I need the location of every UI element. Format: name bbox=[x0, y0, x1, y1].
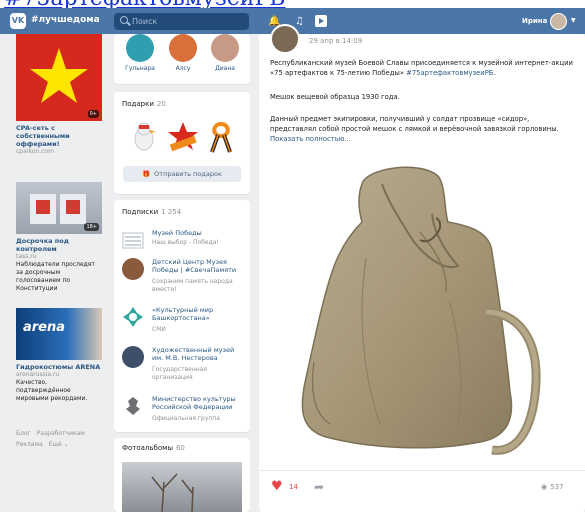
subscription-name[interactable]: Детский Центр Музея Победы | #СвечаПамят… bbox=[152, 258, 247, 274]
gifts-count: 20 bbox=[156, 100, 166, 108]
subscription-desc: СМИ bbox=[152, 326, 166, 333]
subscriptions-count: 1 254 bbox=[161, 208, 182, 216]
send-gift-button[interactable]: 🎁 Отправить подарок bbox=[123, 166, 241, 182]
share-icon[interactable]: ➦ bbox=[314, 480, 324, 494]
candle-icon[interactable] bbox=[122, 258, 144, 280]
friend-name[interactable]: Алсу bbox=[163, 65, 203, 72]
views-number: 537 bbox=[550, 483, 564, 491]
ad-description: Наблюдатели проследят за досрочным голос… bbox=[16, 261, 95, 292]
subscriptions-title-text: Подписки bbox=[122, 208, 159, 216]
music-icon[interactable]: ♫ bbox=[294, 16, 305, 27]
friend-item[interactable]: Диана bbox=[205, 34, 245, 72]
friend-item[interactable]: Алсу bbox=[163, 34, 203, 72]
send-gift-label: Отправить подарок bbox=[154, 170, 222, 178]
ad-cpa[interactable]: 0+ CPA-сеть с собственными офферами! cpa… bbox=[16, 34, 102, 156]
friend-name[interactable]: Диана bbox=[205, 65, 245, 72]
play-icon[interactable] bbox=[315, 15, 327, 27]
gift-victory-icon[interactable] bbox=[166, 120, 200, 154]
ornament-icon[interactable] bbox=[122, 306, 144, 328]
subscription-name[interactable]: «Культурный мир Башкортостана» bbox=[152, 306, 247, 322]
friend-name[interactable]: Гульнара bbox=[120, 65, 160, 72]
subscriptions-title[interactable]: Подписки 1 254 bbox=[122, 208, 181, 216]
search-icon bbox=[120, 16, 128, 24]
avatar[interactable] bbox=[550, 13, 567, 30]
footer-link[interactable]: Ещё bbox=[49, 441, 62, 448]
post-paragraph: Республиканский музей Боевой Славы присо… bbox=[270, 58, 576, 78]
avatar[interactable] bbox=[270, 24, 300, 54]
top-cropped-link[interactable]: #75артефактовмузеиРБ bbox=[0, 0, 585, 8]
post-paragraph: Мешок вещевой образца 1930 года. bbox=[270, 93, 400, 101]
gifts-title-text: Подарки bbox=[122, 100, 154, 108]
post-actions: ♥ 14 ➦ ◉ 537 bbox=[259, 470, 585, 512]
albums-title-text: Фотоальбомы bbox=[122, 444, 173, 452]
ad-tass[interactable]: 18+ Досрочка под контролем tass.ru Наблю… bbox=[16, 182, 102, 293]
post-card: 29 апр в 14:09 Республиканский музей Бое… bbox=[259, 24, 585, 512]
ad-domain: tass.ru bbox=[16, 253, 37, 260]
age-badge: 18+ bbox=[84, 223, 99, 231]
coat-of-arms-icon[interactable] bbox=[122, 395, 144, 417]
gift-bird-icon[interactable] bbox=[131, 120, 157, 154]
footer-links: Блог Разработчикам Реклама Ещё ⌄ bbox=[16, 428, 106, 450]
gift-box-icon: 🎁 bbox=[142, 170, 151, 178]
heart-icon[interactable]: ♥ bbox=[271, 480, 283, 493]
friend-item[interactable]: Гульнара bbox=[120, 34, 160, 72]
duffel-bag-image bbox=[301, 166, 541, 455]
ad-image[interactable]: 18+ bbox=[16, 182, 102, 234]
search-input[interactable]: Поиск bbox=[114, 13, 249, 30]
tree-image bbox=[151, 473, 194, 512]
subscription-desc: Официальная группа bbox=[152, 415, 220, 422]
ad-arena[interactable]: arena Гидрокостюмы ARENA arenarussia.ru … bbox=[16, 308, 102, 403]
subscription-desc: Государственная организация bbox=[152, 366, 207, 381]
age-badge: 0+ bbox=[87, 110, 99, 118]
ad-image[interactable]: 0+ bbox=[16, 34, 102, 121]
footer-link[interactable]: Блог bbox=[16, 430, 31, 437]
ad-description: Качество, подтверждённое мировыми рекорд… bbox=[16, 379, 88, 402]
ad-title[interactable]: CPA-сеть с собственными офферами! bbox=[16, 124, 102, 148]
arena-logo: arena bbox=[23, 320, 66, 335]
avatar[interactable] bbox=[211, 34, 239, 62]
ad-image[interactable]: arena bbox=[16, 308, 102, 360]
search-placeholder: Поиск bbox=[132, 17, 158, 26]
brand-hashtag[interactable]: #лучшедома bbox=[31, 15, 100, 25]
gifts-title[interactable]: Подарки 20 bbox=[122, 100, 166, 108]
subscription-desc: Сохраним память народа вместе! bbox=[152, 278, 233, 293]
friends-card: Гульнара Алсу Диана bbox=[114, 34, 250, 84]
user-name[interactable]: Ирина bbox=[522, 17, 547, 25]
star-image bbox=[30, 48, 88, 103]
album-thumbnail[interactable] bbox=[122, 462, 242, 512]
post-date[interactable]: 29 апр в 14:09 bbox=[309, 37, 362, 45]
hashtag-link[interactable]: #75артефактовмузеиРБ bbox=[0, 0, 285, 8]
ad-title[interactable]: Гидрокостюмы ARENA bbox=[16, 363, 102, 371]
chevron-down-icon[interactable]: ⌄ bbox=[64, 441, 69, 448]
ad-domain: arenarussia.ru bbox=[16, 371, 60, 378]
museum-icon[interactable] bbox=[122, 229, 144, 251]
like-count[interactable]: 14 bbox=[289, 483, 298, 491]
albums-card: Фотоальбомы 60 bbox=[114, 438, 250, 512]
subscription-name[interactable]: Министерство культуры Российской Федерац… bbox=[152, 395, 247, 411]
footer-link[interactable]: Реклама bbox=[16, 441, 43, 448]
show-more-link[interactable]: Показать полностью... bbox=[270, 134, 576, 144]
avatar[interactable] bbox=[126, 34, 154, 62]
gift-ribbon-icon[interactable] bbox=[208, 120, 234, 154]
post-hashtag[interactable]: #75артефактовмузеиРБ. bbox=[406, 69, 495, 77]
albums-title[interactable]: Фотоальбомы 60 bbox=[122, 444, 185, 452]
avatar[interactable] bbox=[169, 34, 197, 62]
post-paragraph: Данный предмет экипировки, получивший у … bbox=[270, 115, 559, 133]
albums-count: 60 bbox=[175, 444, 185, 452]
subscription-desc: Наш выбор - Победа! bbox=[152, 239, 219, 246]
chevron-down-icon[interactable]: ▼ bbox=[571, 17, 576, 24]
subscription-name[interactable]: Музей Победы bbox=[152, 229, 247, 237]
eye-icon: ◉ bbox=[541, 483, 548, 491]
ad-title[interactable]: Досрочка под контролем bbox=[16, 237, 102, 253]
vk-logo-icon[interactable]: VK bbox=[10, 13, 26, 29]
post-photo[interactable] bbox=[270, 162, 578, 480]
subscription-name[interactable]: Художественный музей им. М.В. Нестерова bbox=[152, 346, 247, 362]
views-count: ◉ 537 bbox=[541, 483, 563, 491]
ad-domain: cpaikon.com bbox=[16, 148, 54, 155]
art-museum-icon[interactable] bbox=[122, 346, 144, 368]
footer-link[interactable]: Разработчикам bbox=[37, 430, 85, 437]
